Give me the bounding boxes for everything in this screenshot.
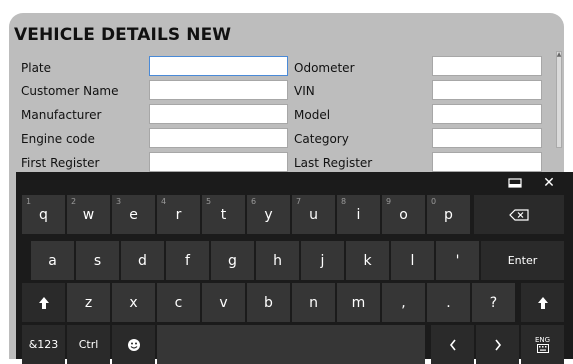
key-k[interactable]: k	[346, 241, 389, 280]
key-f[interactable]: f	[166, 241, 209, 280]
odometer-field[interactable]	[432, 56, 542, 76]
key-r[interactable]: 4r	[157, 195, 200, 234]
chevron-right-icon	[494, 339, 501, 350]
page-title: VEHICLE DETAILS NEW	[14, 25, 232, 45]
label-odometer: Odometer	[294, 61, 355, 75]
language-keyboard-button[interactable]: ENG	[521, 325, 564, 364]
plate-field[interactable]	[149, 56, 288, 76]
key-v[interactable]: v	[202, 283, 245, 322]
label-category: Category	[294, 132, 349, 146]
minimize-icon	[508, 177, 522, 188]
ctrl-button[interactable]: Ctrl	[67, 325, 110, 364]
minimize-keyboard-button[interactable]	[503, 172, 527, 193]
key-question[interactable]: ?	[472, 283, 515, 322]
label-customer-name: Customer Name	[21, 84, 119, 98]
chevron-left-icon	[449, 339, 456, 350]
key-e[interactable]: 3e	[112, 195, 155, 234]
key-l[interactable]: l	[391, 241, 434, 280]
key-c[interactable]: c	[157, 283, 200, 322]
left-arrow-button[interactable]	[431, 325, 474, 364]
shift-left-button[interactable]	[22, 283, 65, 322]
label-manufacturer: Manufacturer	[21, 108, 102, 122]
label-model: Model	[294, 108, 331, 122]
enter-button[interactable]: Enter	[481, 241, 564, 280]
model-field[interactable]	[432, 104, 542, 124]
key-p[interactable]: 0p	[427, 195, 470, 234]
shift-right-button[interactable]	[521, 283, 564, 322]
label-last-register: Last Register	[294, 156, 373, 170]
key-n[interactable]: n	[292, 283, 335, 322]
keyboard-title-bar: ✕	[16, 172, 573, 193]
category-field[interactable]	[432, 128, 542, 148]
key-a[interactable]: a	[31, 241, 74, 280]
key-o[interactable]: 9o	[382, 195, 425, 234]
close-icon: ✕	[543, 174, 555, 191]
keyboard-icon	[536, 344, 549, 353]
key-g[interactable]: g	[211, 241, 254, 280]
key-z[interactable]: z	[67, 283, 110, 322]
shift-up-arrow-icon	[537, 296, 548, 309]
customer-name-field[interactable]	[149, 80, 288, 100]
label-first-register: First Register	[21, 156, 100, 170]
key-x[interactable]: x	[112, 283, 155, 322]
key-comma[interactable]: ,	[382, 283, 425, 322]
emoji-icon	[127, 338, 140, 351]
vin-field[interactable]	[432, 80, 542, 100]
key-j[interactable]: j	[301, 241, 344, 280]
first-register-field[interactable]	[149, 152, 288, 172]
spacebar[interactable]	[157, 325, 425, 364]
language-label: ENG	[534, 336, 551, 344]
shift-up-arrow-icon	[38, 296, 49, 309]
key-u[interactable]: 7u	[292, 195, 335, 234]
key-i[interactable]: 8i	[337, 195, 380, 234]
key-h[interactable]: h	[256, 241, 299, 280]
scroll-up-icon[interactable]: ▲	[556, 51, 562, 59]
key-t[interactable]: 5t	[202, 195, 245, 234]
last-register-field[interactable]	[432, 152, 542, 172]
label-engine-code: Engine code	[21, 132, 95, 146]
key-d[interactable]: d	[121, 241, 164, 280]
key-apostrophe[interactable]: '	[436, 241, 479, 280]
backspace-icon	[509, 208, 529, 221]
backspace-button[interactable]	[474, 195, 564, 234]
vertical-scrollbar[interactable]	[556, 51, 562, 148]
touch-keyboard: ✕ 1q 2w 3e 4r 5t 6y 7u 8i 9o 0p a s d f …	[16, 172, 573, 364]
right-arrow-button[interactable]	[476, 325, 519, 364]
close-keyboard-button[interactable]: ✕	[537, 172, 561, 193]
key-period[interactable]: .	[427, 283, 470, 322]
key-q[interactable]: 1q	[22, 195, 65, 234]
label-vin: VIN	[294, 84, 315, 98]
key-s[interactable]: s	[76, 241, 119, 280]
key-y[interactable]: 6y	[247, 195, 290, 234]
label-plate: Plate	[21, 61, 52, 75]
key-m[interactable]: m	[337, 283, 380, 322]
emoji-button[interactable]	[112, 325, 155, 364]
manufacturer-field[interactable]	[149, 104, 288, 124]
symbols-button[interactable]: &123	[22, 325, 65, 364]
key-b[interactable]: b	[247, 283, 290, 322]
key-w[interactable]: 2w	[67, 195, 110, 234]
engine-code-field[interactable]	[149, 128, 288, 148]
